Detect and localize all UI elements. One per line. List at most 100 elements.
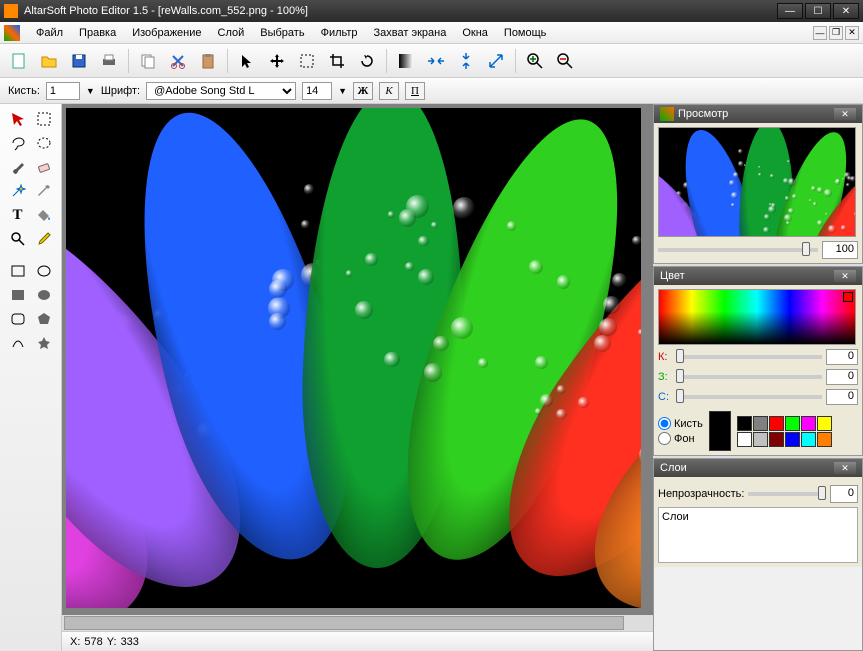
blue-slider[interactable]	[676, 395, 822, 399]
font-label: Шрифт:	[101, 85, 140, 97]
arrow-tool[interactable]	[6, 108, 30, 130]
eraser-tool[interactable]	[32, 156, 56, 178]
brush-color-radio[interactable]: Кисть	[658, 417, 703, 430]
brush-size-input[interactable]	[46, 82, 80, 100]
eyedropper-tool[interactable]	[32, 180, 56, 202]
menu-изображение[interactable]: Изображение	[124, 25, 209, 41]
rect-select-tool[interactable]	[32, 108, 56, 130]
blue-value[interactable]: 0	[826, 389, 858, 405]
color-swatch[interactable]	[817, 416, 832, 431]
opacity-slider[interactable]	[748, 492, 826, 496]
brush-size-dropdown[interactable]: ▼	[86, 86, 95, 96]
gradient-tool-button[interactable]	[393, 48, 419, 74]
ellipse-shape-tool[interactable]	[32, 260, 56, 282]
underline-button[interactable]: П	[405, 82, 425, 100]
paste-button[interactable]	[195, 48, 221, 74]
pencil-tool[interactable]	[32, 228, 56, 250]
color-swatch[interactable]	[817, 432, 832, 447]
color-panel: Цвет✕ К:0 З:0 С:0 Кисть Фон	[653, 266, 863, 456]
color-swatch[interactable]	[785, 432, 800, 447]
marquee-tool-button[interactable]	[294, 48, 320, 74]
font-family-select[interactable]: @Adobe Song Std L	[146, 82, 296, 100]
zoom-value[interactable]: 100	[822, 241, 858, 259]
menu-окна[interactable]: Окна	[454, 25, 496, 41]
bold-button[interactable]: Ж	[353, 82, 373, 100]
rotate-tool-button[interactable]	[354, 48, 380, 74]
color-swatch[interactable]	[769, 432, 784, 447]
fill-tool[interactable]	[32, 204, 56, 226]
zoom-in-button[interactable]	[522, 48, 548, 74]
green-slider[interactable]	[676, 375, 822, 379]
preview-icon	[660, 107, 674, 121]
red-slider[interactable]	[676, 355, 822, 359]
minimize-button[interactable]: —	[777, 3, 803, 19]
filled-rect-tool[interactable]	[6, 284, 30, 306]
mdi-close-button[interactable]: ✕	[845, 26, 859, 40]
cursor-y-value: 333	[121, 636, 139, 648]
menu-помощь[interactable]: Помощь	[496, 25, 555, 41]
color-swatch[interactable]	[801, 416, 816, 431]
maximize-button[interactable]: ☐	[805, 3, 831, 19]
color-swatch[interactable]	[785, 416, 800, 431]
crop-tool-button[interactable]	[324, 48, 350, 74]
move-tool-button[interactable]	[264, 48, 290, 74]
menu-файл[interactable]: Файл	[28, 25, 71, 41]
star-tool[interactable]	[32, 332, 56, 354]
ellipse-select-tool[interactable]	[32, 132, 56, 154]
preview-thumbnail[interactable]	[658, 127, 856, 237]
filled-ellipse-tool[interactable]	[32, 284, 56, 306]
new-file-button[interactable]	[6, 48, 32, 74]
polygon-tool[interactable]	[32, 308, 56, 330]
menu-захват экрана[interactable]: Захват экрана	[366, 25, 455, 41]
zoom-tool[interactable]	[6, 228, 30, 250]
italic-button[interactable]: К	[379, 82, 399, 100]
wand-tool[interactable]	[6, 180, 30, 202]
mdi-minimize-button[interactable]: —	[813, 26, 827, 40]
horizontal-scrollbar[interactable]	[62, 615, 653, 631]
flip-vertical-button[interactable]	[453, 48, 479, 74]
font-size-input[interactable]	[302, 82, 332, 100]
save-file-button[interactable]	[66, 48, 92, 74]
pointer-tool-button[interactable]	[234, 48, 260, 74]
color-swatch[interactable]	[801, 432, 816, 447]
lasso-tool[interactable]	[6, 132, 30, 154]
color-swatch[interactable]	[737, 432, 752, 447]
menu-правка[interactable]: Правка	[71, 25, 124, 41]
copy-button[interactable]	[135, 48, 161, 74]
font-size-dropdown[interactable]: ▼	[338, 86, 347, 96]
opacity-value[interactable]: 0	[830, 485, 858, 503]
bg-color-radio[interactable]: Фон	[658, 432, 703, 445]
color-swatch[interactable]	[737, 416, 752, 431]
color-swatch[interactable]	[753, 432, 768, 447]
color-swatch[interactable]	[753, 416, 768, 431]
menu-фильтр[interactable]: Фильтр	[313, 25, 366, 41]
color-picker-gradient[interactable]	[658, 289, 856, 345]
menu-выбрать[interactable]: Выбрать	[252, 25, 312, 41]
preview-close-button[interactable]: ✕	[834, 108, 856, 120]
brush-tool[interactable]	[6, 156, 30, 178]
layers-close-button[interactable]: ✕	[834, 462, 856, 474]
color-swatch[interactable]	[769, 416, 784, 431]
mdi-restore-button[interactable]: ❐	[829, 26, 843, 40]
rounded-rect-tool[interactable]	[6, 308, 30, 330]
open-file-button[interactable]	[36, 48, 62, 74]
resize-button[interactable]	[483, 48, 509, 74]
blue-label: С:	[658, 391, 672, 403]
text-tool[interactable]: T	[6, 204, 30, 226]
flip-horizontal-button[interactable]	[423, 48, 449, 74]
right-panels: Просмотр✕ 100 Цвет✕ К:0 З:0 С:0 Кисть	[653, 104, 863, 651]
green-value[interactable]: 0	[826, 369, 858, 385]
canvas-viewport[interactable]	[62, 104, 653, 615]
menu-слой[interactable]: Слой	[210, 25, 253, 41]
current-color-swatch[interactable]	[709, 411, 731, 451]
rect-shape-tool[interactable]	[6, 260, 30, 282]
close-button[interactable]: ✕	[833, 3, 859, 19]
red-value[interactable]: 0	[826, 349, 858, 365]
cut-button[interactable]	[165, 48, 191, 74]
line-tool[interactable]	[6, 332, 30, 354]
layers-list[interactable]: Слои	[658, 507, 858, 563]
zoom-out-button[interactable]	[552, 48, 578, 74]
color-close-button[interactable]: ✕	[834, 270, 856, 282]
print-button[interactable]	[96, 48, 122, 74]
zoom-slider[interactable]	[658, 248, 818, 252]
